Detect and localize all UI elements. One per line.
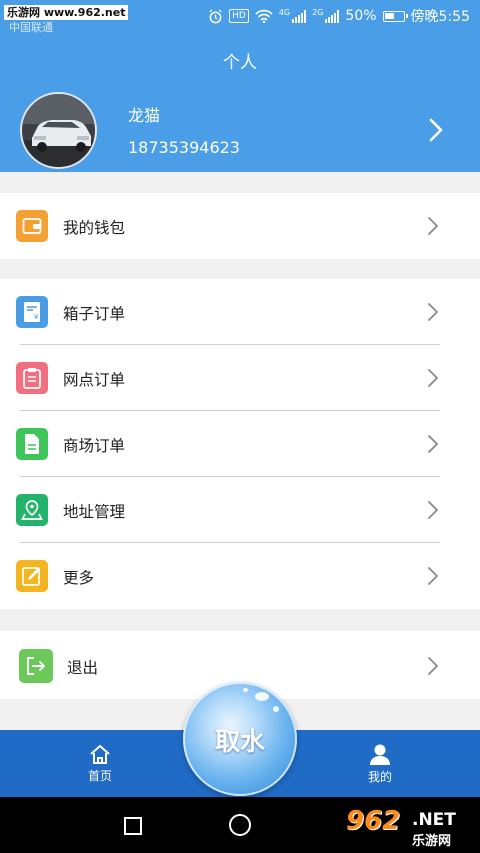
signal-icon-2 (325, 9, 340, 23)
recents-button[interactable] (124, 817, 142, 835)
bubble-highlight (243, 688, 248, 692)
profile-chevron-right-icon[interactable] (424, 116, 448, 144)
wifi-icon (255, 9, 273, 23)
chevron-right-icon (428, 217, 439, 235)
logo-cn: 乐游网 (412, 834, 452, 849)
menu-item-wallet[interactable]: 我的钱包 (0, 193, 480, 259)
tab-mine-label: 我的 (367, 770, 392, 784)
carrier-label: 中国联通 (9, 21, 53, 34)
menu-item-mall-orders[interactable]: 商场订单 (0, 411, 480, 477)
alarm-icon (209, 8, 222, 23)
bubble-highlight (255, 692, 269, 701)
clock-label: 傍晚5:55 (410, 9, 470, 25)
menu-label-outlet-orders: 网点订单 (63, 371, 126, 389)
menu-label-address: 地址管理 (63, 503, 126, 521)
clipboard-icon (16, 362, 48, 394)
user-icon (370, 744, 390, 765)
net-4g-label: 4G (278, 7, 291, 17)
watermark-badge: 乐游网 www.962.net (4, 5, 129, 20)
box-order-icon: ¥ (16, 296, 48, 328)
map-pin-icon (16, 494, 48, 526)
home-nav-button[interactable] (229, 814, 251, 836)
edit-icon (16, 560, 48, 592)
svg-text:¥: ¥ (34, 313, 39, 321)
menu-label-logout: 退出 (67, 659, 99, 677)
menu-item-address[interactable]: 地址管理 (0, 477, 480, 543)
net-2g-label: 2G (312, 7, 324, 17)
document-icon (16, 428, 48, 460)
tab-home-label: 首页 (87, 769, 112, 783)
user-phone: 18735394623 (128, 138, 240, 157)
tab-home[interactable]: 首页 (70, 730, 130, 797)
hd-badge: HD (229, 9, 249, 23)
logo-net: .NET (412, 810, 456, 830)
site-logo: 962 .NET 乐游网 (342, 806, 472, 849)
chevron-right-icon (428, 657, 439, 675)
chevron-right-icon (428, 369, 439, 387)
car-photo-icon (22, 94, 95, 167)
signal-icon (292, 9, 307, 23)
logo-number: 962 (346, 806, 401, 836)
menu-item-box-orders[interactable]: ¥ 箱子订单 (0, 279, 480, 345)
menu-label-wallet: 我的钱包 (63, 219, 126, 237)
menu-label-more: 更多 (63, 569, 95, 587)
wallet-group: 我的钱包 (0, 193, 480, 259)
chevron-right-icon (428, 303, 439, 321)
orders-group: ¥ 箱子订单 网点订单 商场订单 地址管理 更多 (0, 279, 480, 609)
battery-icon (382, 10, 408, 22)
chevron-right-icon (428, 435, 439, 453)
menu-label-mall-orders: 商场订单 (63, 437, 126, 455)
chevron-right-icon (428, 567, 439, 585)
wallet-icon (16, 210, 48, 242)
battery-percent: 50% (345, 8, 377, 24)
tab-mine[interactable]: 我的 (350, 730, 410, 797)
menu-item-outlet-orders[interactable]: 网点订单 (0, 345, 480, 411)
home-icon (90, 745, 110, 764)
page-title: 个人 (223, 53, 257, 73)
menu-label-box-orders: 箱子订单 (63, 305, 126, 323)
fetch-water-label: 取水 (214, 727, 265, 756)
status-bar: 乐游网 www.962.net 中国联通 HD 4G 2G 50% 傍晚5:55 (0, 0, 480, 34)
chevron-right-icon (428, 501, 439, 519)
user-name: 龙猫 (128, 106, 161, 125)
logout-icon (19, 649, 53, 683)
profile-header: 乐游网 www.962.net 中国联通 HD 4G 2G 50% 傍晚5:55… (0, 0, 480, 172)
avatar[interactable] (20, 92, 97, 169)
menu-item-more[interactable]: 更多 (0, 543, 480, 609)
fetch-water-button[interactable]: 取水 (183, 682, 297, 796)
status-icons: HD 4G 2G 50% 傍晚5:55 (208, 6, 470, 26)
bubble-highlight (273, 706, 279, 712)
